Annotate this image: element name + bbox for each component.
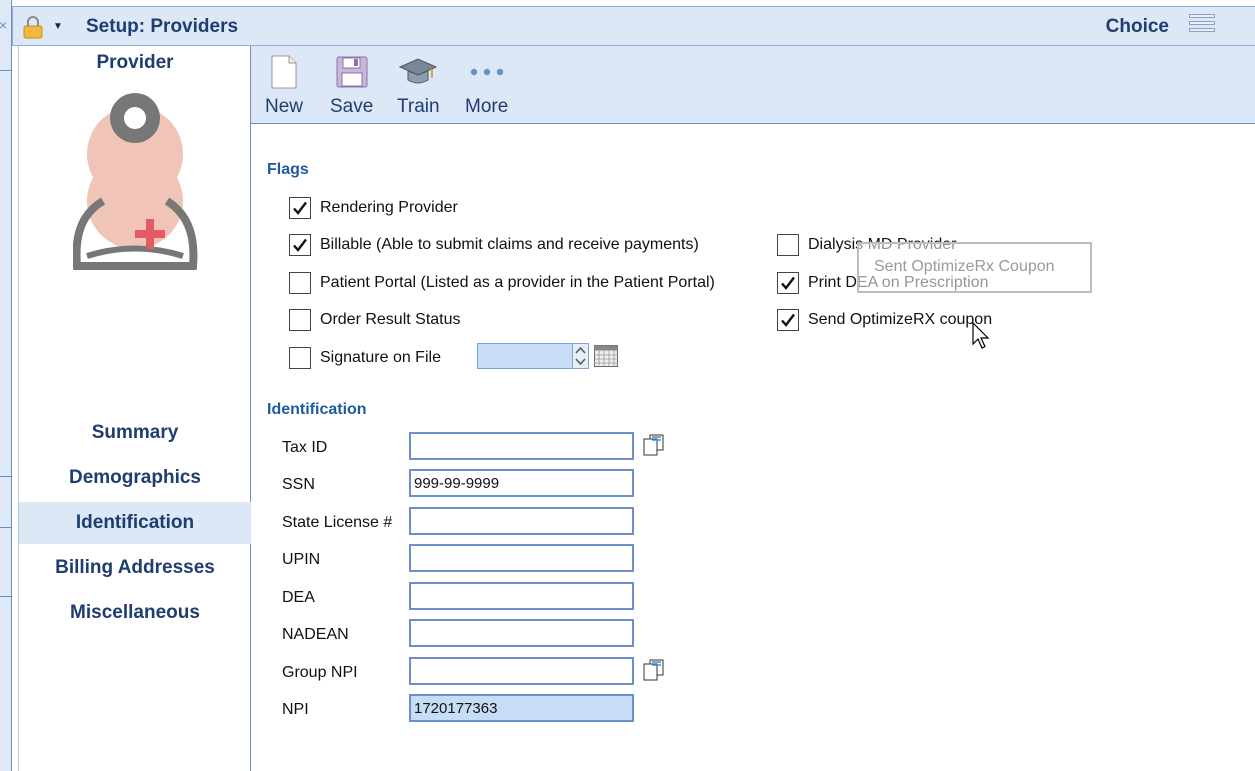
checkbox-label: Signature on File [320,349,441,366]
toolbar: New Save Train More [251,46,1255,124]
save-disk-icon [336,56,368,88]
tax-id-field[interactable] [409,432,634,460]
sidebar-item-miscellaneous[interactable]: Miscellaneous [19,592,251,634]
state-license-label: State License # [282,514,393,531]
sidebar-title: Provider [96,52,174,73]
checkbox-label: Billable (Able to submit claims and rece… [320,236,699,253]
checkmark-icon [781,313,795,327]
sidebar-item-billing-addresses[interactable]: Billing Addresses [19,547,251,589]
nadean-field[interactable] [409,619,634,647]
npi-label: NPI [282,701,309,718]
checkmark-icon [781,276,795,290]
choice-label[interactable]: Choice [1106,16,1169,38]
new-document-icon [271,55,297,89]
optimizerx-row: Send OptimizeRX coupon [777,308,992,332]
spinner-arrows-icon [575,346,586,366]
upin-label: UPIN [282,551,321,568]
billable-checkbox[interactable] [289,234,311,256]
checkbox-label: Send OptimizeRX coupon [808,311,993,328]
flags-section-title: Flags [267,161,309,178]
ssn-field[interactable] [409,469,634,497]
sidebar: Provider Summary Demographics Identifica… [18,46,251,771]
dialysis-md-checkbox[interactable] [777,234,799,256]
sidebar-item-summary[interactable]: Summary [19,412,251,454]
calendar-icon[interactable] [594,345,618,367]
mouse-cursor-icon [972,322,990,349]
page-title: Setup: Providers [86,16,239,37]
more-dots-icon [470,68,503,76]
optimizerx-checkbox[interactable] [777,309,799,331]
npi-field[interactable] [409,694,634,722]
more-label: More [465,96,509,117]
checkbox-label: Order Result Status [320,311,461,328]
group-npi-field[interactable] [409,657,634,685]
tax-id-label: Tax ID [282,439,328,456]
signature-on-file-checkbox[interactable] [289,347,311,369]
state-license-field[interactable] [409,507,634,535]
order-result-status-row: Order Result Status [289,308,461,332]
save-label: Save [330,96,374,117]
train-button[interactable]: Train [397,54,440,118]
train-label: Train [397,96,440,117]
print-dea-checkbox[interactable] [777,272,799,294]
checkbox-label: Patient Portal (Listed as a provider in … [320,274,715,291]
close-icon[interactable]: × [0,17,7,33]
dea-field[interactable] [409,582,634,610]
sidebar-item-demographics[interactable]: Demographics [19,457,251,499]
save-button[interactable]: Save [330,54,373,118]
date-spinner[interactable] [572,343,589,369]
chevron-down-icon[interactable]: ▼ [53,21,63,32]
copy-icon[interactable] [642,659,666,681]
order-result-status-checkbox[interactable] [289,309,311,331]
divider [0,70,12,71]
rendering-provider-checkbox[interactable] [289,197,311,219]
dea-label: DEA [282,589,315,606]
patient-portal-row: Patient Portal (Listed as a provider in … [289,271,715,295]
divider [0,527,12,528]
nadean-label: NADEAN [282,626,349,643]
new-button[interactable]: New [265,54,303,118]
tooltip: Sent OptimizeRx Coupon [857,242,1092,293]
checkmark-icon [293,201,307,215]
checkbox-label: Rendering Provider [320,199,458,216]
rendering-provider-row: Rendering Provider [289,196,458,220]
menu-icon[interactable] [1189,14,1215,36]
divider [0,476,12,477]
identification-section-title: Identification [267,401,367,418]
window-header: ▼ Setup: Providers Choice [12,6,1255,46]
checkmark-icon [293,238,307,252]
upin-field[interactable] [409,544,634,572]
divider [0,596,12,597]
sidebar-item-identification[interactable]: Identification [19,502,251,544]
copy-icon[interactable] [642,434,666,456]
billable-row: Billable (Able to submit claims and rece… [289,233,699,257]
graduation-cap-icon [399,58,438,84]
doctor-avatar-icon [73,93,198,270]
left-collapsed-panel: × [0,0,12,771]
group-npi-label: Group NPI [282,664,358,681]
signature-date-input[interactable] [477,343,573,369]
patient-portal-checkbox[interactable] [289,272,311,294]
signature-on-file-row: Signature on File [289,346,441,370]
lock-icon[interactable] [21,15,45,39]
ssn-label: SSN [282,476,315,493]
new-label: New [265,96,304,117]
more-button[interactable]: More [465,54,508,118]
